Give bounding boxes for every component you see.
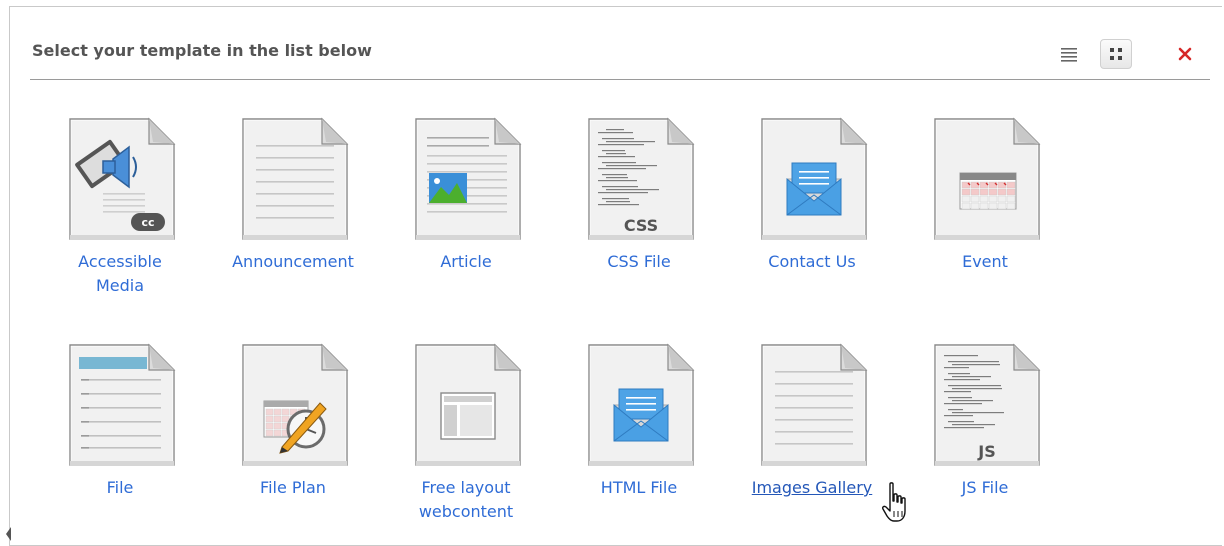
- close-icon: [1178, 47, 1192, 61]
- template-label[interactable]: HTML File: [559, 476, 719, 500]
- template-label[interactable]: Accessible Media: [60, 250, 180, 298]
- svg-text:CSS: CSS: [624, 216, 658, 235]
- svg-text:cc: cc: [141, 216, 154, 229]
- template-label[interactable]: Free layout webcontent: [406, 476, 526, 524]
- layout-icon: [413, 343, 523, 469]
- template-label[interactable]: Images Gallery: [732, 476, 892, 500]
- dialog-header: Select your template in the list below: [30, 29, 1210, 80]
- template-label[interactable]: CSS File: [559, 250, 719, 274]
- list-view-icon: [1061, 48, 1077, 62]
- template-label[interactable]: JS File: [905, 476, 1065, 500]
- close-button[interactable]: [1170, 39, 1200, 69]
- text-document-icon: [240, 117, 350, 243]
- hand-cursor-icon: [882, 482, 906, 522]
- js-file-icon: JS: [932, 343, 1042, 469]
- article-image-icon: [413, 117, 523, 243]
- template-label[interactable]: File: [40, 476, 200, 500]
- envelope-icon: [759, 117, 869, 243]
- envelope-icon: [586, 343, 696, 469]
- file-lines-icon: [67, 343, 177, 469]
- css-file-icon: CSS: [586, 117, 696, 243]
- template-label[interactable]: File Plan: [213, 476, 373, 500]
- grid-view-button[interactable]: [1100, 39, 1132, 69]
- template-label[interactable]: Article: [386, 250, 546, 274]
- calendar-icon: [932, 117, 1042, 243]
- svg-text:JS: JS: [977, 442, 995, 461]
- template-label[interactable]: Event: [905, 250, 1065, 274]
- template-label[interactable]: Announcement: [213, 250, 373, 274]
- calendar-clock-icon: [240, 343, 350, 469]
- media-cc-icon: cc: [67, 117, 177, 243]
- resize-arrow-icon: [6, 527, 11, 541]
- template-label[interactable]: Contact Us: [732, 250, 892, 274]
- text-document-icon: [759, 343, 869, 469]
- list-view-button[interactable]: [1055, 40, 1083, 68]
- dialog-title: Select your template in the list below: [32, 41, 372, 60]
- grid-view-icon: [1110, 48, 1122, 60]
- template-dialog: Select your template in the list below c…: [9, 6, 1222, 546]
